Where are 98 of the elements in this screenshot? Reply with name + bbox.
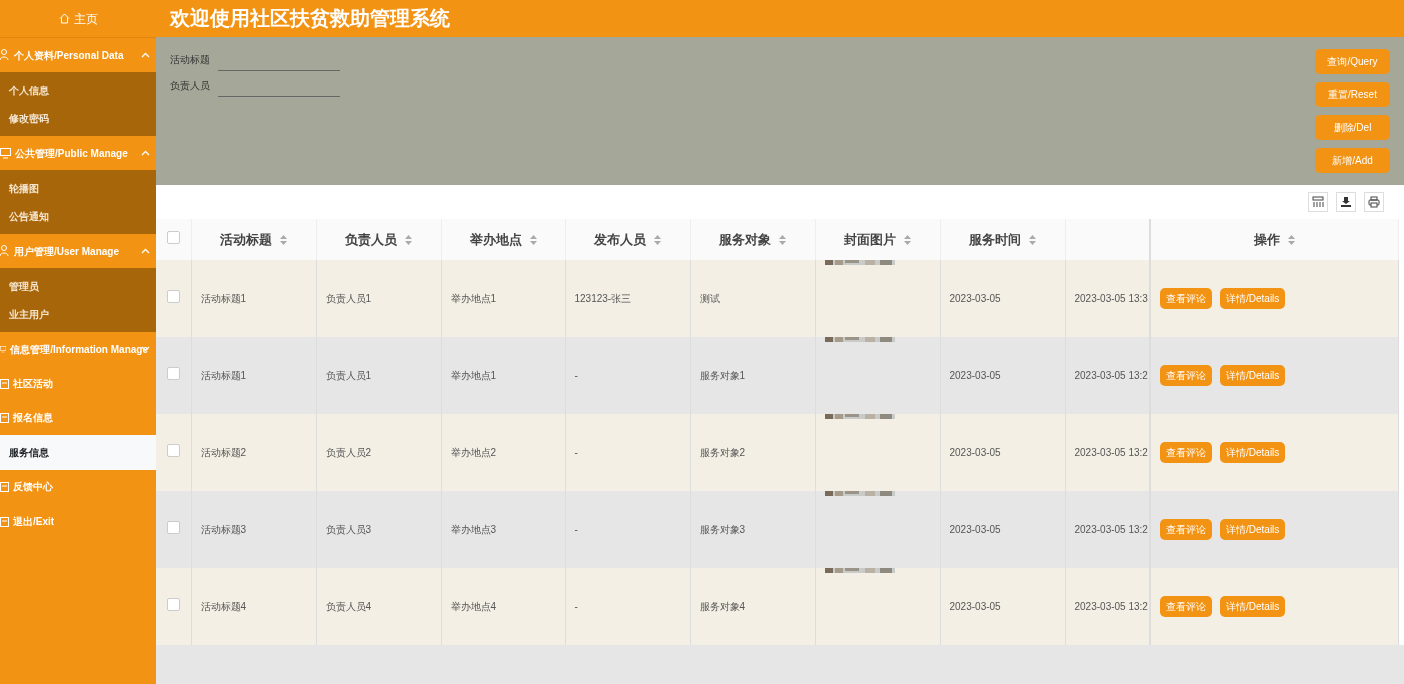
document-icon [0, 377, 9, 389]
action-button[interactable]: 查看评论 [1160, 596, 1212, 618]
action-button[interactable]: 详情/Details [1220, 365, 1286, 387]
table-cell: 活动标题1 [191, 260, 316, 338]
table-cell: 测试 [690, 260, 815, 338]
menu-item[interactable]: 修改密码 [0, 104, 156, 132]
checkbox[interactable] [166, 290, 180, 304]
table-cell: 活动标题1 [191, 337, 316, 415]
export-icon[interactable] [1336, 192, 1356, 213]
sort-icon [529, 234, 537, 245]
action-button[interactable]: 查看评论 [1160, 288, 1212, 310]
table-cell: 活动标题2 [191, 414, 316, 492]
menu-item[interactable]: 反馈中心 [0, 469, 156, 504]
action-button[interactable]: 查看评论 [1160, 365, 1212, 387]
table-cell: - [565, 568, 690, 646]
checkbox[interactable] [166, 521, 180, 535]
table-cell: 服务对象1 [690, 337, 815, 415]
action-button[interactable]: 删除/Del [1315, 114, 1390, 140]
monitor-icon [0, 343, 7, 355]
table-cell: 2023-03-05 13:2 [1065, 414, 1150, 492]
print-icon[interactable] [1364, 192, 1384, 213]
menu-item[interactable]: 业主用户 [0, 300, 156, 328]
sort-icon [904, 234, 911, 245]
table-cell: 举办地点1 [441, 260, 565, 338]
table-cell: 举办地点1 [441, 337, 565, 415]
action-button[interactable]: 新增/Add [1315, 147, 1390, 173]
action-button[interactable]: 查询/Query [1315, 48, 1390, 74]
table-cell: 123123-张三 [565, 260, 690, 338]
table-cell: 负责人员2 [316, 414, 441, 492]
person-icon [0, 245, 10, 257]
menu-item[interactable]: 个人信息 [0, 76, 156, 104]
table-cell: 活动标题3 [191, 491, 316, 569]
column-header[interactable]: 操作 [1253, 230, 1295, 250]
chevron-up-icon [141, 150, 150, 156]
menu-item[interactable]: 退出/Exit [0, 504, 156, 539]
document-icon [0, 515, 9, 527]
checkbox[interactable] [166, 367, 180, 381]
table-cell: 2023-03-05 [940, 568, 1065, 646]
action-button[interactable]: 查看评论 [1160, 442, 1212, 464]
table-cell: 活动标题4 [191, 568, 316, 646]
header-title: 欢迎使用社区扶贫救助管理系统 [156, 0, 1404, 37]
chevron-up-icon [141, 248, 150, 254]
checkbox[interactable] [166, 444, 180, 458]
table-cell: 2023-03-05 13:2 [1065, 568, 1150, 646]
sort-icon [1029, 234, 1036, 245]
table-cell: 服务对象2 [690, 414, 815, 492]
table-cell: 举办地点4 [441, 568, 565, 646]
action-button[interactable]: 详情/Details [1220, 442, 1286, 464]
chevron-up-icon [141, 52, 150, 58]
menu-item[interactable]: 管理员 [0, 272, 156, 300]
table-cell: 2023-03-05 [940, 491, 1065, 569]
table-cell: - [565, 491, 690, 569]
checkbox[interactable] [166, 231, 180, 245]
menu-item[interactable]: 社区活动 [0, 366, 156, 401]
table-cell: 举办地点2 [441, 414, 565, 492]
person-icon [0, 49, 10, 61]
table-cell: 举办地点3 [441, 491, 565, 569]
table-cell: 负责人员4 [316, 568, 441, 646]
home-icon [58, 13, 70, 24]
table-cell: 2023-03-05 [940, 337, 1065, 415]
table-cell: 负责人员1 [316, 337, 441, 415]
table-cell: 负责人员1 [316, 260, 441, 338]
field-label: 负责人员 [170, 79, 211, 94]
menu-item[interactable]: 报名信息 [0, 400, 156, 435]
action-button[interactable]: 重置/Reset [1315, 81, 1390, 107]
table-cell: - [565, 414, 690, 492]
sort-icon [654, 234, 661, 245]
action-button[interactable]: 详情/Details [1220, 596, 1286, 618]
action-button[interactable]: 查看评论 [1160, 519, 1212, 541]
menu-item[interactable]: 轮播图 [0, 174, 156, 202]
field-label: 活动标题 [170, 53, 211, 68]
sort-icon [280, 234, 287, 245]
chevron-down-icon [141, 346, 150, 352]
menu-group[interactable]: 信息管理/Information Manage [0, 332, 156, 366]
table-cell: 2023-03-05 13:3 [1065, 260, 1150, 338]
table-cell: 负责人员3 [316, 491, 441, 569]
monitor-icon [0, 147, 11, 159]
sort-icon [405, 234, 412, 245]
menu-group[interactable]: 公共管理/Public Manage [0, 136, 156, 170]
checkbox[interactable] [166, 598, 180, 612]
table-cell: 服务对象3 [690, 491, 815, 569]
document-icon [0, 481, 9, 493]
menu-group[interactable]: 个人资料/Personal Data [0, 38, 156, 72]
table-cell: 2023-03-05 13:2 [1065, 337, 1150, 415]
table-cell: - [565, 337, 690, 415]
menu-item[interactable]: 服务信息 [0, 435, 156, 470]
action-button[interactable]: 详情/Details [1220, 519, 1286, 541]
menu-group[interactable]: 用户管理/User Manage [0, 234, 156, 268]
document-icon [0, 412, 9, 424]
table-cell: 2023-03-05 13:2 [1065, 491, 1150, 569]
table-cell: 2023-03-05 [940, 260, 1065, 338]
columns-icon[interactable] [1308, 192, 1328, 213]
table-cell: 服务对象4 [690, 568, 815, 646]
action-button[interactable]: 详情/Details [1220, 288, 1286, 310]
table-cell: 2023-03-05 [940, 414, 1065, 492]
sort-icon [779, 234, 786, 245]
menu-item[interactable]: 公告通知 [0, 202, 156, 230]
sort-icon [1287, 234, 1295, 245]
